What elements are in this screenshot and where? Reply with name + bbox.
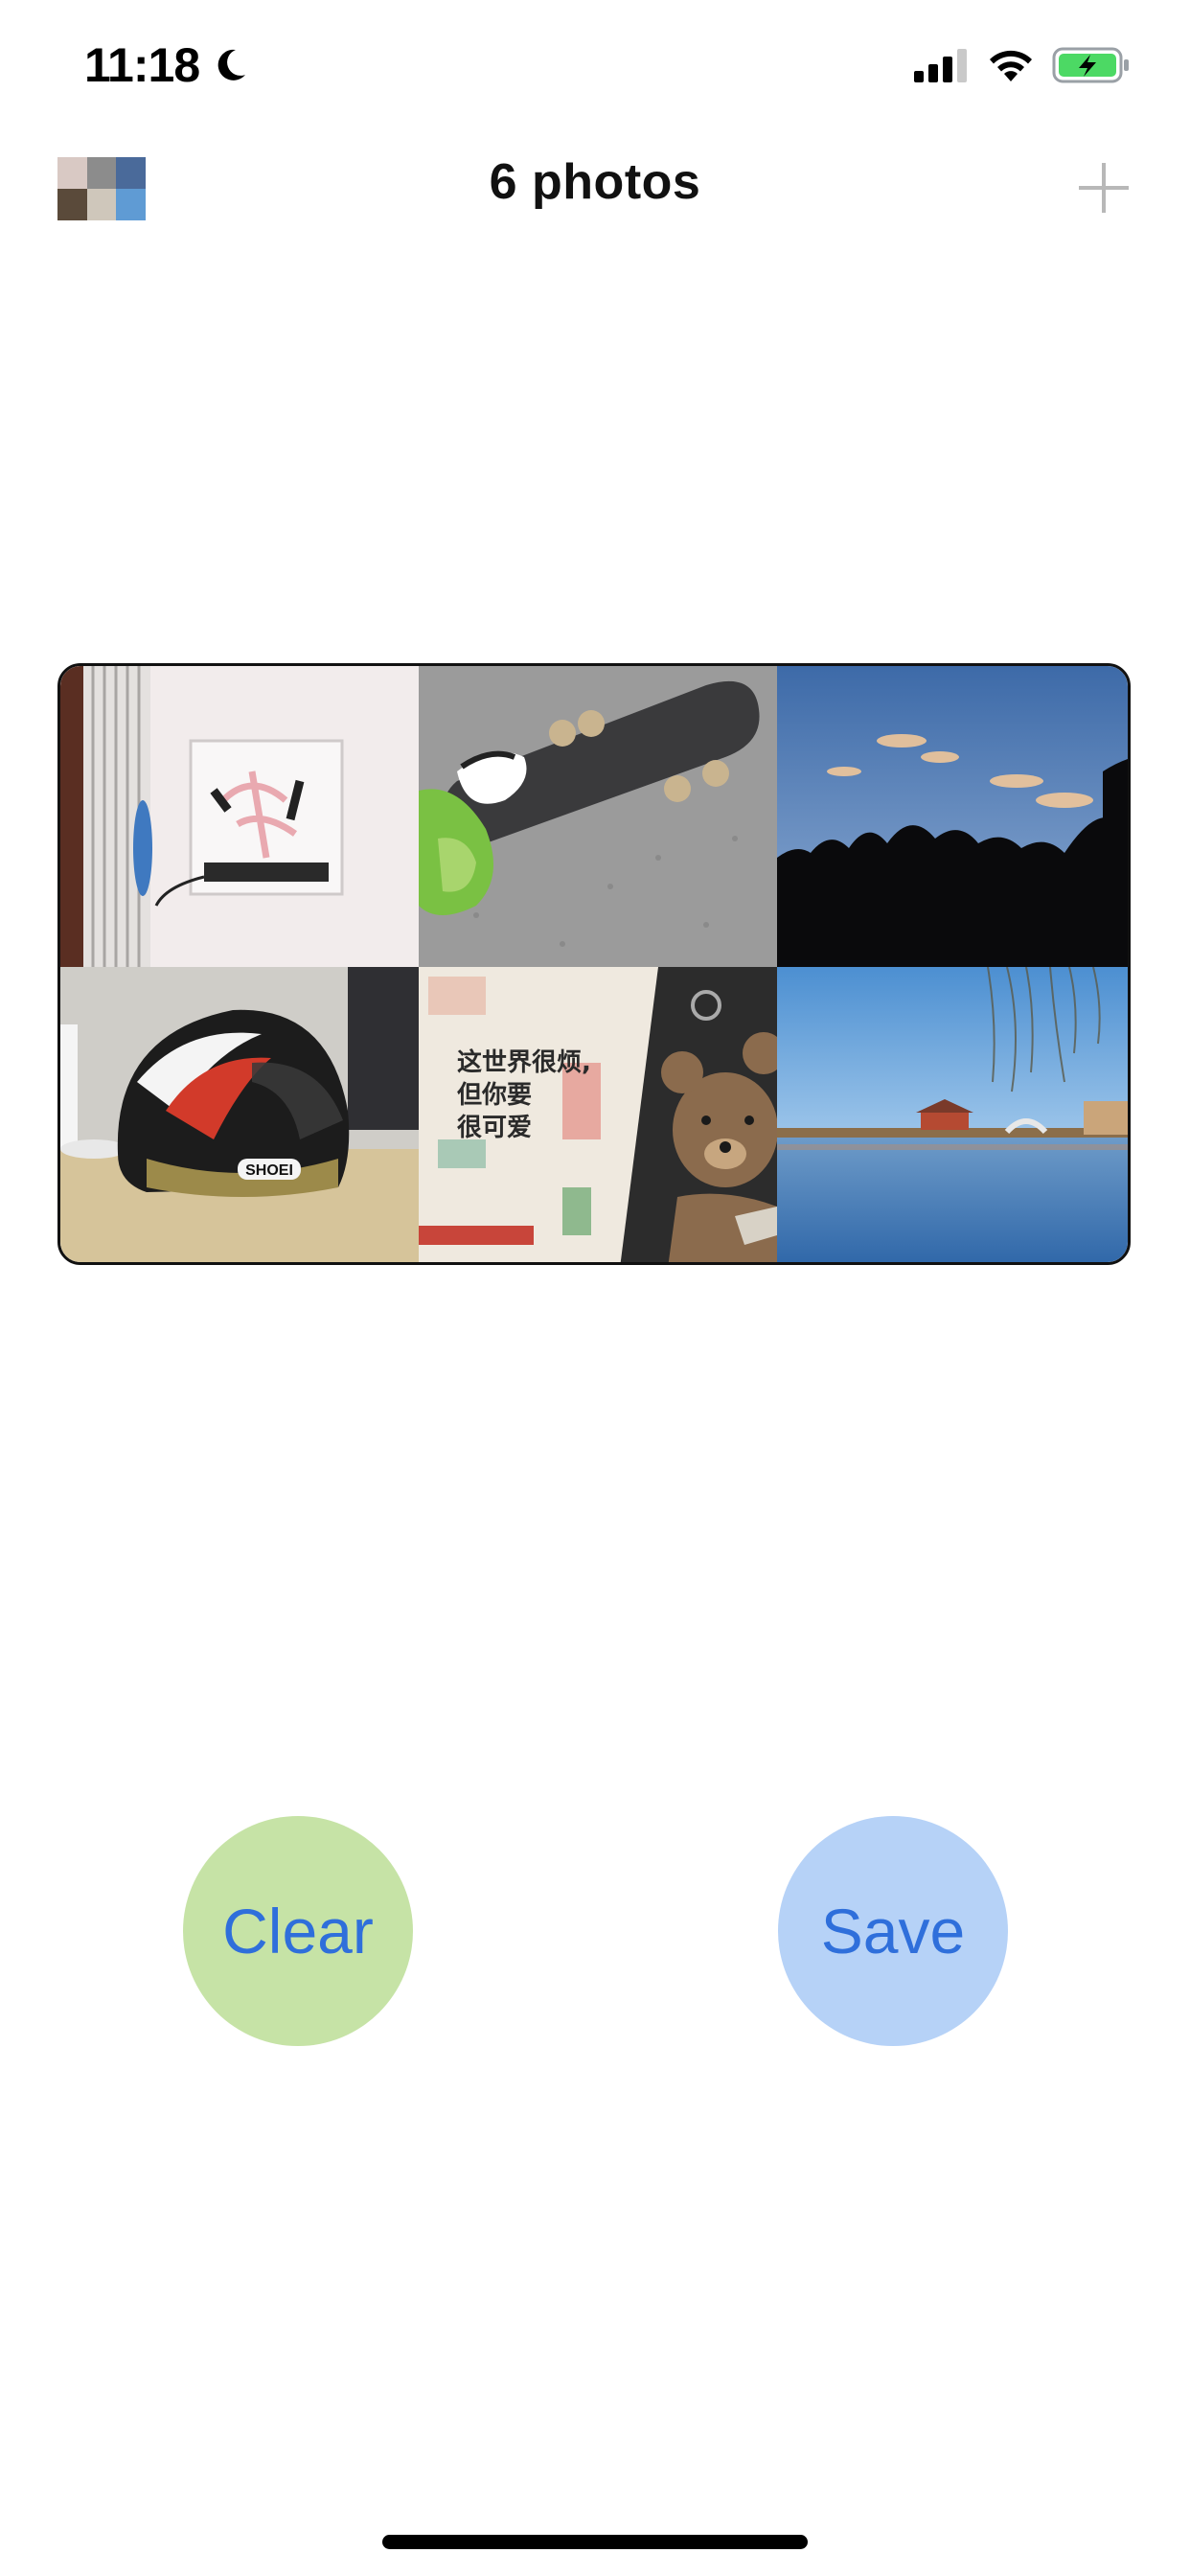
battery-charging-icon xyxy=(1052,47,1129,83)
book-title-line1: 这世界很烦, xyxy=(457,1047,591,1077)
helmet-brand-text: SHOEI xyxy=(245,1162,293,1179)
lake-pavilion-photo[interactable] xyxy=(777,967,1128,1262)
book-title-line3: 很可爱 xyxy=(457,1114,532,1142)
clear-button[interactable]: Clear xyxy=(183,1816,413,2046)
status-time-text: 11:18 xyxy=(84,38,200,92)
status-time: 11:18 xyxy=(84,38,249,92)
wifi-icon xyxy=(990,50,1032,81)
clear-button-label: Clear xyxy=(222,1896,374,1966)
page-title: 6 photos xyxy=(489,154,701,210)
skateboard-photo[interactable] xyxy=(419,666,777,967)
screen: 11:18 6 photos SHOEI 这世界很烦, 但你要 很可爱 Clea… xyxy=(0,0,1190,2576)
status-icons xyxy=(914,42,1131,88)
moon-icon xyxy=(217,49,246,80)
helmet-photo[interactable]: SHOEI xyxy=(60,967,419,1262)
save-button-label: Save xyxy=(820,1896,966,1966)
photo-collage[interactable]: SHOEI 这世界很烦, 但你要 很可爱 xyxy=(57,663,1131,1265)
sunset-trees-photo[interactable] xyxy=(777,666,1128,967)
neon-sign-photo[interactable] xyxy=(60,666,419,967)
home-indicator[interactable] xyxy=(382,2535,808,2549)
plus-icon[interactable] xyxy=(1077,161,1131,215)
book-title-line2: 但你要 xyxy=(457,1081,532,1110)
book-teddy-bear-photo[interactable]: 这世界很烦, 但你要 很可爱 xyxy=(419,967,777,1262)
save-button[interactable]: Save xyxy=(778,1816,1008,2046)
cellular-signal-icon xyxy=(914,49,967,82)
